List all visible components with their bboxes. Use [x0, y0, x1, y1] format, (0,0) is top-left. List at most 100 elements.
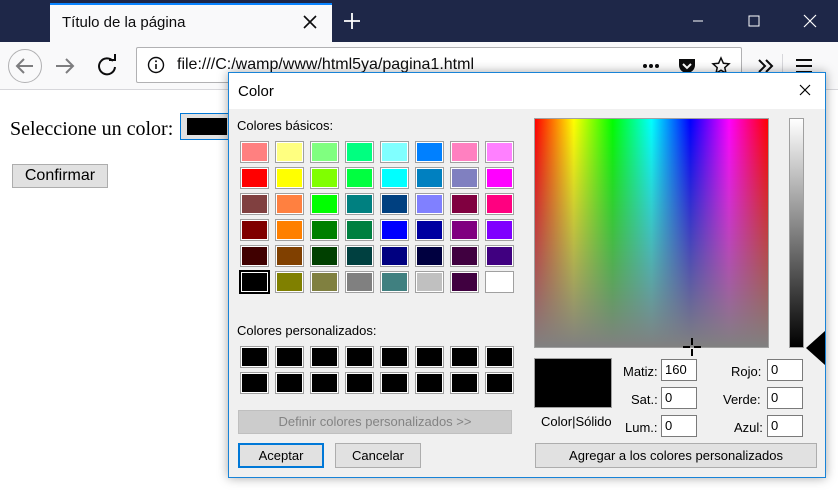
basic-color-swatch[interactable] — [343, 165, 378, 191]
basic-color-swatch[interactable] — [308, 165, 343, 191]
basic-color-swatch[interactable] — [483, 269, 518, 295]
basic-color-swatch[interactable] — [238, 269, 273, 295]
basic-color-swatch[interactable] — [238, 243, 273, 269]
basic-color-swatch-color — [415, 245, 444, 267]
basic-color-swatch[interactable] — [308, 269, 343, 295]
basic-color-swatch[interactable] — [413, 139, 448, 165]
custom-color-swatch[interactable] — [413, 344, 448, 370]
basic-color-swatch[interactable] — [238, 139, 273, 165]
basic-color-swatch[interactable] — [448, 269, 483, 295]
basic-color-swatch[interactable] — [343, 217, 378, 243]
basic-color-swatch[interactable] — [483, 243, 518, 269]
basic-color-swatch[interactable] — [413, 191, 448, 217]
blue-field[interactable]: 0 — [767, 415, 803, 437]
custom-color-swatch[interactable] — [273, 370, 308, 396]
custom-color-swatch[interactable] — [448, 370, 483, 396]
window-close-icon[interactable] — [782, 0, 838, 42]
basic-color-swatch[interactable] — [378, 165, 413, 191]
red-field[interactable]: 0 — [767, 359, 803, 381]
custom-color-swatch[interactable] — [238, 344, 273, 370]
custom-color-swatch[interactable] — [308, 370, 343, 396]
basic-color-swatch[interactable] — [238, 217, 273, 243]
basic-color-swatch[interactable] — [343, 191, 378, 217]
basic-color-swatch[interactable] — [378, 217, 413, 243]
new-tab-icon[interactable] — [338, 6, 366, 36]
hue-field[interactable]: 160 — [661, 359, 697, 381]
basic-color-swatch[interactable] — [308, 191, 343, 217]
dialog-close-icon[interactable] — [785, 73, 825, 109]
basic-color-swatch[interactable] — [273, 217, 308, 243]
basic-color-swatch[interactable] — [273, 269, 308, 295]
basic-color-swatch[interactable] — [308, 243, 343, 269]
custom-color-swatch[interactable] — [483, 370, 518, 396]
luminance-arrow-icon[interactable] — [806, 331, 825, 365]
sat-field[interactable]: 0 — [661, 387, 697, 409]
basic-color-swatch-color — [310, 141, 339, 163]
info-icon[interactable] — [147, 56, 165, 74]
confirm-button[interactable]: Confirmar — [12, 164, 108, 188]
basic-color-swatch[interactable] — [413, 243, 448, 269]
reload-icon[interactable] — [90, 49, 124, 83]
basic-color-swatch[interactable] — [273, 243, 308, 269]
basic-color-swatch[interactable] — [238, 165, 273, 191]
custom-color-swatch-color — [415, 372, 444, 394]
define-custom-colors-button[interactable]: Definir colores personalizados >> — [238, 410, 512, 434]
basic-color-swatch[interactable] — [483, 139, 518, 165]
color-input[interactable] — [180, 113, 232, 140]
basic-color-swatch-color — [275, 245, 304, 267]
basic-color-swatch[interactable] — [238, 191, 273, 217]
custom-color-swatch[interactable] — [378, 370, 413, 396]
basic-color-swatch[interactable] — [448, 191, 483, 217]
basic-color-swatch[interactable] — [308, 139, 343, 165]
basic-color-swatch[interactable] — [378, 191, 413, 217]
green-field[interactable]: 0 — [767, 387, 803, 409]
basic-color-swatch[interactable] — [448, 139, 483, 165]
basic-color-swatch[interactable] — [448, 165, 483, 191]
browser-tab[interactable]: Título de la página — [50, 3, 332, 42]
custom-color-swatch[interactable] — [343, 344, 378, 370]
custom-color-swatch-color — [310, 372, 339, 394]
custom-color-swatch[interactable] — [308, 344, 343, 370]
basic-color-swatch[interactable] — [448, 243, 483, 269]
basic-color-swatch[interactable] — [343, 243, 378, 269]
basic-color-swatch[interactable] — [413, 217, 448, 243]
luminance-slider[interactable] — [789, 118, 804, 348]
basic-color-swatch[interactable] — [273, 191, 308, 217]
custom-color-swatch[interactable] — [273, 344, 308, 370]
basic-color-swatch[interactable] — [483, 165, 518, 191]
basic-color-swatch-color — [380, 245, 409, 267]
add-custom-colors-button[interactable]: Agregar a los colores personalizados — [535, 443, 817, 468]
basic-color-swatch[interactable] — [378, 243, 413, 269]
basic-color-swatch[interactable] — [483, 217, 518, 243]
basic-color-swatch[interactable] — [483, 191, 518, 217]
basic-color-swatch[interactable] — [378, 269, 413, 295]
basic-color-swatch[interactable] — [413, 165, 448, 191]
forward-icon[interactable] — [48, 49, 82, 83]
maximize-icon[interactable] — [726, 0, 782, 42]
back-icon[interactable] — [8, 49, 42, 83]
basic-color-swatch-color — [275, 219, 304, 241]
basic-color-swatch[interactable] — [448, 217, 483, 243]
basic-color-swatch[interactable] — [273, 165, 308, 191]
tab-close-icon[interactable] — [298, 10, 322, 34]
custom-color-swatch[interactable] — [343, 370, 378, 396]
lum-field[interactable]: 0 — [661, 415, 697, 437]
basic-color-swatch-color — [310, 245, 339, 267]
custom-color-swatch[interactable] — [238, 370, 273, 396]
custom-color-swatch[interactable] — [448, 344, 483, 370]
basic-color-swatch[interactable] — [413, 269, 448, 295]
custom-color-swatch-color — [485, 346, 514, 368]
basic-color-swatch[interactable] — [343, 139, 378, 165]
basic-color-swatch[interactable] — [273, 139, 308, 165]
custom-color-swatch[interactable] — [413, 370, 448, 396]
basic-color-swatch[interactable] — [378, 139, 413, 165]
custom-color-swatch[interactable] — [378, 344, 413, 370]
cancel-button[interactable]: Cancelar — [335, 443, 421, 468]
basic-color-swatch-color — [345, 271, 374, 293]
accept-button[interactable]: Aceptar — [238, 443, 324, 468]
custom-color-swatch[interactable] — [483, 344, 518, 370]
basic-color-swatch[interactable] — [308, 217, 343, 243]
basic-color-swatch[interactable] — [343, 269, 378, 295]
color-spectrum[interactable] — [534, 118, 769, 356]
minimize-icon[interactable] — [670, 0, 726, 42]
